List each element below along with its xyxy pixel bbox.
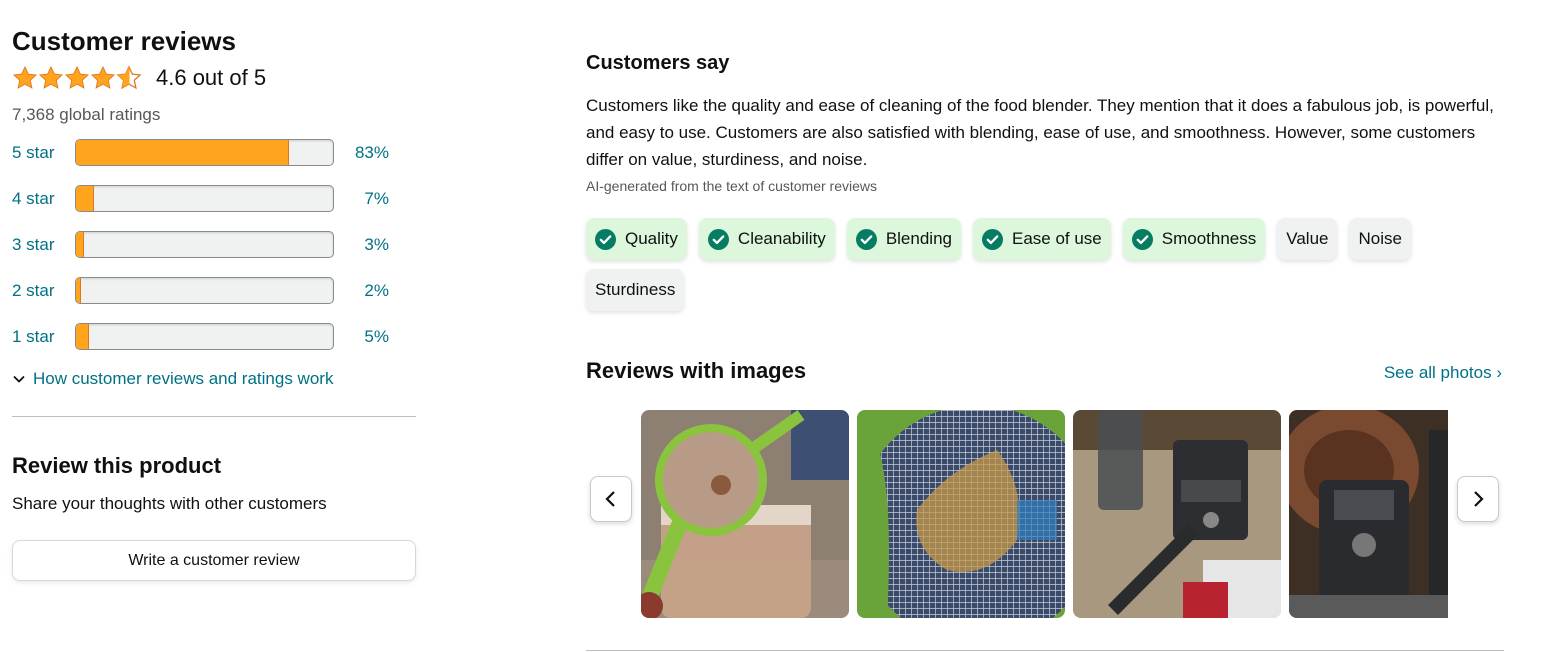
review-this-product-subtitle: Share your thoughts with other customers [12, 494, 327, 513]
section-bottom-divider [586, 650, 1504, 651]
review-image-strainer-photo[interactable] [641, 410, 849, 618]
review-image-unboxing-photo[interactable] [1073, 410, 1281, 618]
how-reviews-work-label[interactable]: How customer reviews and ratings work [33, 369, 333, 389]
how-reviews-work-link[interactable]: How customer reviews and ratings work [12, 369, 416, 389]
check-circle-icon [855, 228, 877, 250]
histogram-percent[interactable]: 83% [334, 143, 389, 163]
histogram-percent[interactable]: 2% [334, 281, 389, 301]
histogram-label[interactable]: 5 star [12, 143, 75, 163]
aspect-chip-sturdiness[interactable]: Sturdiness [586, 269, 685, 311]
see-all-photos-link[interactable]: See all photos › [1384, 363, 1502, 383]
histogram-bar-fill [76, 186, 94, 211]
aspect-chip-label: Ease of use [1011, 229, 1102, 248]
rating-histogram: 5 star 83% 4 star 7% 3 star 3% 2 star 2%… [12, 139, 416, 350]
aspect-chip-blending[interactable]: Blending [846, 218, 961, 260]
reviews-with-images-header: Reviews with images See all photos › [586, 357, 1502, 385]
average-rating-row[interactable]: 4.6 out of 5 [12, 62, 416, 94]
carousel-prev-button[interactable] [590, 476, 632, 522]
histogram-bar[interactable] [75, 185, 334, 212]
chevron-left-icon [605, 491, 615, 507]
star-rating [12, 65, 142, 91]
aspect-chip-label: Noise [1358, 229, 1402, 248]
chevron-down-icon [13, 375, 25, 383]
section-divider [12, 416, 416, 417]
reviews-with-images-heading: Reviews with images [586, 358, 807, 383]
write-review-button[interactable]: Write a customer review [12, 540, 416, 581]
star-icon [12, 65, 38, 89]
check-circle-icon [981, 228, 1003, 250]
ai-review-summary: Customers like the quality and ease of c… [586, 96, 1494, 169]
see-all-photos-label[interactable]: See all photos [1384, 363, 1492, 382]
check-circle-icon [595, 228, 616, 250]
review-image-mesh-photo[interactable] [857, 410, 1065, 618]
histogram-percent[interactable]: 3% [334, 235, 389, 255]
mesh-strainer-closeup-photo [857, 410, 1065, 618]
blender-unboxing-photo [1073, 410, 1281, 618]
aspect-chip-label: Value [1286, 229, 1329, 248]
star-icon [64, 65, 90, 89]
blender-on-counter-photo [1289, 410, 1448, 618]
review-image-counter-photo[interactable] [1289, 410, 1448, 618]
histogram-bar-fill [76, 140, 290, 165]
aspect-chip-noise[interactable]: Noise [1349, 218, 1411, 260]
star-icon [90, 65, 116, 89]
histogram-bar-fill [76, 324, 89, 349]
review-this-product-heading: Review this product [12, 453, 222, 478]
star-icon [38, 65, 64, 89]
aspect-chip-label: Blending [885, 229, 952, 248]
histogram-row-4-star[interactable]: 4 star 7% [12, 185, 416, 212]
histogram-label[interactable]: 3 star [12, 235, 75, 255]
aspect-chip-cleanability[interactable]: Cleanability [698, 218, 835, 260]
aspect-chip-value[interactable]: Value [1277, 218, 1338, 260]
histogram-bar[interactable] [75, 277, 334, 304]
histogram-row-5-star[interactable]: 5 star 83% [12, 139, 416, 166]
global-ratings-count: 7,368 global ratings [12, 105, 161, 124]
histogram-row-2-star[interactable]: 2 star 2% [12, 277, 416, 304]
histogram-label[interactable]: 1 star [12, 327, 75, 347]
review-images-carousel [586, 410, 1504, 618]
histogram-row-1-star[interactable]: 1 star 5% [12, 323, 416, 350]
histogram-bar[interactable] [75, 231, 334, 258]
strainer-photo [641, 410, 849, 618]
check-circle-icon [707, 228, 729, 250]
chevron-right-icon [1474, 491, 1484, 507]
histogram-label[interactable]: 2 star [12, 281, 75, 301]
ai-generated-note: AI-generated from the text of customer r… [586, 178, 878, 194]
customers-say-heading: Customers say [586, 52, 730, 74]
histogram-percent[interactable]: 5% [334, 327, 389, 347]
aspect-chip-label: Cleanability [737, 229, 826, 248]
histogram-percent[interactable]: 7% [334, 189, 389, 209]
histogram-bar[interactable] [75, 139, 334, 166]
aspect-chip-ease-of-use[interactable]: Ease of use [972, 218, 1111, 260]
customer-reviews-heading: Customer reviews [12, 26, 236, 56]
customers-say-panel: Customers say Customers like the quality… [586, 50, 1504, 618]
average-rating-text: 4.6 out of 5 [156, 65, 267, 90]
half-star-icon [116, 65, 142, 90]
carousel-next-button[interactable] [1457, 476, 1499, 522]
ratings-summary-panel: Customer reviews 4.6 out of 5 7,368 glob… [12, 24, 416, 581]
aspect-chip-label: Sturdiness [595, 280, 676, 299]
histogram-row-3-star[interactable]: 3 star 3% [12, 231, 416, 258]
histogram-bar-fill [76, 278, 82, 303]
aspect-chip-quality[interactable]: Quality [586, 218, 687, 260]
histogram-bar-fill [76, 232, 84, 257]
check-circle-icon [1131, 228, 1153, 250]
review-aspect-chips: Quality Cleanability Blending Ease of us… [586, 218, 1486, 311]
chevron-right-small-icon: › [1496, 363, 1502, 382]
histogram-bar[interactable] [75, 323, 334, 350]
aspect-chip-smoothness[interactable]: Smoothness [1122, 218, 1266, 260]
aspect-chip-label: Smoothness [1161, 229, 1257, 248]
review-image-strip [641, 410, 1448, 618]
aspect-chip-label: Quality [625, 229, 678, 248]
histogram-label[interactable]: 4 star [12, 189, 75, 209]
